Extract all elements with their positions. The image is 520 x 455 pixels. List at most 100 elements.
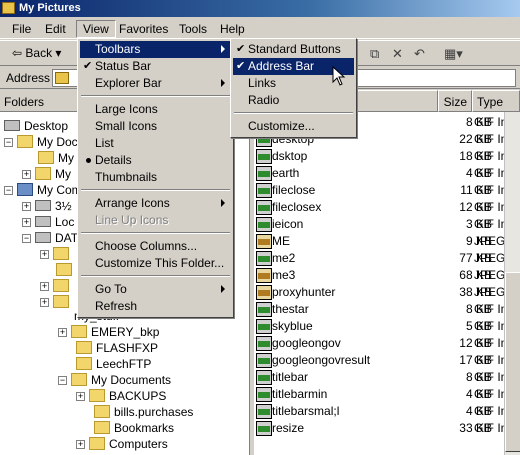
folder-icon [53,247,69,260]
menu-item-arrange-icons[interactable]: Arrange Icons [80,195,231,212]
file-row[interactable]: me277 KBJPEG Ima [254,250,520,267]
menu-tools[interactable]: Tools [173,21,213,37]
file-row[interactable]: fileclosex12 KBGIF Image [254,199,520,216]
tree-item[interactable]: − My Documents [58,373,171,389]
file-name: fileclosex [272,200,322,214]
menu-item-explorer-bar[interactable]: Explorer Bar [80,75,231,92]
menu-edit[interactable]: Edit [39,21,72,37]
tree-item[interactable]: − DAT [22,231,78,247]
gif-file-icon [256,370,272,385]
folder-icon [71,325,87,338]
file-row[interactable]: titlebarmin4 KBGIF Image [254,386,520,403]
expand-icon[interactable]: + [40,250,49,259]
menu-item-standard-buttons[interactable]: ✔ Standard Buttons [233,41,354,58]
tree-item[interactable]: bills.purchases [94,405,193,421]
menu-item-go-to[interactable]: Go To [80,281,231,298]
tree-item[interactable] [56,263,76,279]
vertical-scrollbar[interactable] [504,112,520,455]
tree-item[interactable]: + [40,247,73,263]
menu-help[interactable]: Help [214,21,251,37]
gif-file-icon [256,319,272,334]
tree-item[interactable]: +3½ [22,199,72,215]
column-header-size[interactable]: Size [438,90,472,112]
file-name: fileclose [272,183,316,197]
gif-file-icon [256,336,272,351]
tree-item[interactable]: + [40,279,73,295]
expand-icon[interactable]: + [40,282,49,291]
copy-to-icon[interactable]: ⧉ [370,46,379,62]
menu-item-refresh[interactable]: Refresh [80,298,231,315]
tree-item[interactable]: Bookmarks [94,421,174,437]
expand-icon[interactable]: + [22,218,31,227]
file-row[interactable]: titlebarsmal;l4 KBGIF Image [254,403,520,420]
tree-item[interactable]: Desktop [4,119,68,135]
address-label: Address [6,71,51,85]
menu-item-toolbars[interactable]: Toolbars [80,41,231,58]
back-button[interactable]: ⇦ Back ▾ [12,46,61,60]
expand-icon[interactable]: + [76,392,85,401]
column-header-type[interactable]: Type [472,90,520,112]
expand-icon[interactable]: + [76,440,85,449]
tree-item[interactable]: + BACKUPS [76,389,166,405]
file-row[interactable]: googleongovresult17 KBGIF Image [254,352,520,369]
file-row[interactable]: resize33 KBGIF Image [254,420,520,437]
tree-item[interactable]: + EMERY_bkp [58,325,159,341]
collapse-icon[interactable]: − [4,138,13,147]
file-row[interactable]: dsktop18 KBGIF Image [254,148,520,165]
expand-icon[interactable]: + [58,328,67,337]
drive-icon [35,216,51,227]
folder-icon [17,135,33,148]
expand-icon[interactable]: + [40,298,49,307]
menu-view[interactable]: View [76,20,116,38]
tree-item-label: 3½ [55,199,72,213]
tree-item-label: LeechFTP [96,357,152,371]
collapse-icon[interactable]: − [4,186,13,195]
file-row[interactable]: thestar8 KBGIF Image [254,301,520,318]
menu-item-small-icons[interactable]: Small Icons [80,118,231,135]
scrollbar-thumb[interactable] [505,272,520,452]
file-row[interactable]: me368 KBJPEG Ima [254,267,520,284]
menu-item-customize-folder[interactable]: Customize This Folder... [80,255,231,272]
file-row[interactable]: titlebar8 KBGIF Image [254,369,520,386]
file-row[interactable]: earth4 KBGIF Image [254,165,520,182]
file-list-pane: Size Type 8 KBGIF Imagedesktop22 KBGIF I… [254,90,520,455]
menu-item-large-icons[interactable]: Large Icons [80,101,231,118]
folder-icon [71,373,87,386]
tree-item-label: Loc [55,215,75,229]
tree-item[interactable]: − My Doc [4,135,78,151]
submenu-arrow-icon [221,45,225,53]
tree-item[interactable]: − My Com [4,183,82,199]
collapse-icon[interactable]: − [22,234,31,243]
tree-item[interactable]: My [38,151,74,167]
file-row[interactable]: proxyhunter38 KBJPEG Ima [254,284,520,301]
file-row[interactable]: ieicon3 KBGIF Image [254,216,520,233]
folder-icon [53,279,69,292]
tree-item[interactable]: + Loc [22,215,74,231]
tree-item[interactable]: LeechFTP [76,357,151,373]
menu-item-choose-columns[interactable]: Choose Columns... [80,238,231,255]
tree-item[interactable]: + My [22,167,71,183]
collapse-icon[interactable]: − [58,376,67,385]
gif-file-icon [256,421,272,436]
menu-item-customize[interactable]: Customize... [233,118,354,135]
file-row[interactable]: skyblue5 KBGIF Image [254,318,520,335]
file-row[interactable]: googleongov12 KBGIF Image [254,335,520,352]
views-icon[interactable]: ▦▾ [444,46,463,62]
delete-icon[interactable]: ✕ [392,46,403,62]
menu-file[interactable]: File [6,21,37,37]
menu-item-list[interactable]: List [80,135,231,152]
menu-item-radio[interactable]: Radio [233,92,354,109]
menu-item-thumbnails[interactable]: Thumbnails [80,169,231,186]
expand-icon[interactable]: + [22,202,31,211]
file-name: thestar [272,302,309,316]
tree-item[interactable]: FLASHFXP [76,341,158,357]
menu-item-details[interactable]: Details [80,152,231,169]
tree-item[interactable]: + [40,295,73,311]
menu-item-status-bar[interactable]: ✔ Status Bar [80,58,231,75]
undo-icon[interactable]: ↶ [414,46,425,62]
tree-item[interactable]: + Computers [76,437,168,453]
menu-favorites[interactable]: Favorites [113,21,174,37]
expand-icon[interactable]: + [22,170,31,179]
file-row[interactable]: ME9 KBJPEG Ima [254,233,520,250]
file-row[interactable]: fileclose11 KBGIF Image [254,182,520,199]
